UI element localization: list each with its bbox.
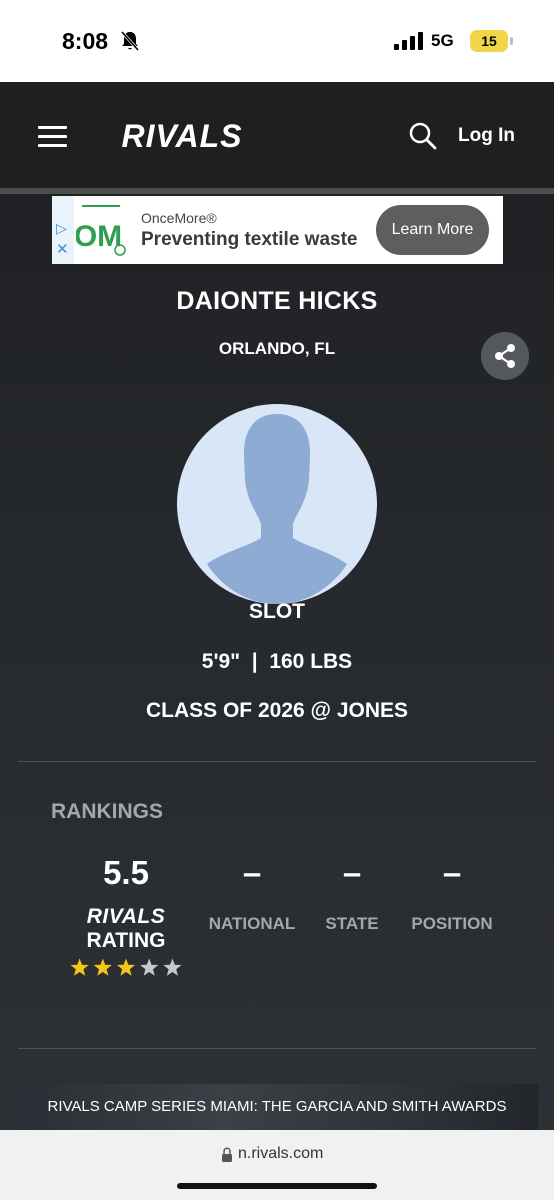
rating-value: 5.5 bbox=[103, 854, 149, 891]
news-banner[interactable]: RIVALS CAMP SERIES MIAMI: THE GARCIA AND… bbox=[16, 1084, 538, 1130]
state-rank-label: STATE bbox=[325, 914, 379, 933]
learn-more-button[interactable]: Learn More bbox=[376, 205, 489, 255]
national-rank-label: NATIONAL bbox=[208, 914, 296, 933]
ad-headline: Preventing textile waste bbox=[141, 229, 358, 250]
rankings-heading: RANKINGS bbox=[51, 800, 164, 823]
network-type: 5G bbox=[431, 31, 454, 50]
site-header: RIVALS Log In bbox=[0, 82, 554, 188]
national-rank-value: – bbox=[242, 854, 262, 891]
login-link[interactable]: Log In bbox=[458, 125, 515, 147]
battery-tip bbox=[510, 37, 513, 45]
bell-slash-icon bbox=[120, 31, 140, 51]
url-text[interactable]: n.rivals.com bbox=[238, 1145, 323, 1163]
star-filled-icon bbox=[70, 958, 89, 976]
status-time: 8:08 bbox=[62, 28, 109, 54]
status-bar: 8:08 5G 15 bbox=[0, 0, 554, 82]
search-icon[interactable] bbox=[409, 122, 437, 150]
ad-play-icon[interactable]: ▷ bbox=[56, 220, 67, 237]
player-location: ORLANDO, FL bbox=[218, 339, 336, 358]
star-filled-icon bbox=[116, 958, 136, 976]
lock-icon bbox=[222, 1147, 232, 1162]
avatar bbox=[177, 404, 377, 604]
browser-url-bar[interactable]: n.rivals.com bbox=[0, 1130, 554, 1200]
divider bbox=[18, 761, 536, 762]
player-measurements: 5'9" | 160 LBS bbox=[0, 650, 554, 674]
battery-icon: 15 bbox=[470, 30, 508, 52]
ad-brand: OnceMore® bbox=[141, 210, 217, 226]
star-filled-icon bbox=[93, 958, 112, 976]
ad-close-icon[interactable]: ✕ bbox=[56, 240, 69, 258]
player-name: DAIONTE HICKS bbox=[176, 287, 378, 315]
menu-icon[interactable] bbox=[38, 126, 67, 148]
svg-text:RIVALS: RIVALS bbox=[87, 905, 165, 925]
position-rank-value: – bbox=[442, 854, 462, 891]
star-empty-icon bbox=[163, 958, 182, 976]
ad-banner[interactable]: ▷ ✕ OM OnceMore® Preventing textile wast… bbox=[52, 196, 503, 264]
battery-level: 15 bbox=[481, 33, 497, 49]
divider bbox=[18, 1048, 536, 1049]
position-rank-label: POSITION bbox=[411, 914, 493, 933]
home-indicator bbox=[177, 1183, 377, 1189]
svg-text:RIVALS: RIVALS bbox=[122, 120, 243, 152]
player-class: CLASS OF 2026 @ JONES bbox=[145, 699, 409, 722]
star-empty-icon bbox=[140, 958, 159, 976]
state-rank-value: – bbox=[342, 854, 362, 891]
share-button[interactable] bbox=[481, 332, 529, 380]
ad-logo: OM bbox=[76, 202, 126, 258]
player-position: SLOT bbox=[249, 600, 305, 623]
rivals-logo[interactable]: RIVALS bbox=[106, 120, 258, 152]
rating-logo: RIVALS bbox=[87, 905, 165, 925]
share-icon bbox=[495, 344, 515, 368]
player-profile: ▷ ✕ OM OnceMore® Preventing textile wast… bbox=[0, 194, 554, 1130]
measurements-text: 5'9" | 160 LBS bbox=[201, 650, 353, 673]
avatar-placeholder-icon bbox=[207, 414, 347, 604]
rating-label: RATING bbox=[86, 929, 166, 952]
news-headline[interactable]: RIVALS CAMP SERIES MIAMI: THE GARCIA AND… bbox=[16, 1098, 538, 1115]
star-rating bbox=[70, 958, 182, 976]
ad-choices[interactable]: ▷ ✕ bbox=[52, 196, 74, 264]
signal-icon bbox=[394, 32, 423, 50]
